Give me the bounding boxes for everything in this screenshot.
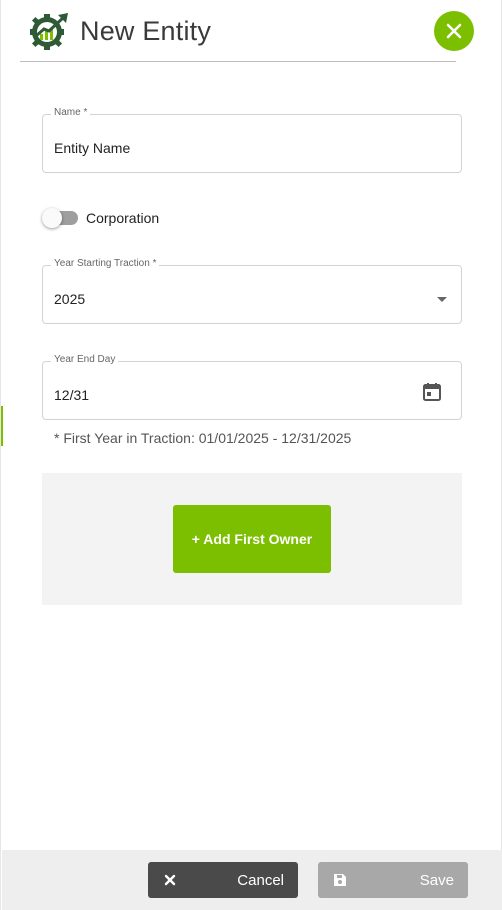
year-end-day-field[interactable]: Year End Day 12/31 — [42, 354, 462, 420]
new-entity-panel: New Entity Name * Entity Name Corporatio… — [0, 0, 502, 910]
year-end-day-label: Year End Day — [51, 354, 119, 365]
gear-chart-logo-icon — [30, 13, 68, 50]
calendar-icon[interactable] — [422, 382, 442, 402]
floppy-disk-icon — [334, 874, 346, 886]
name-field[interactable]: Name * Entity Name — [42, 107, 462, 173]
left-accent-bar — [1, 406, 3, 446]
year-starting-label: Year Starting Traction * — [51, 258, 160, 269]
panel-header: New Entity — [20, 0, 456, 62]
close-button[interactable] — [434, 11, 474, 51]
x-icon — [164, 874, 176, 886]
corporation-toggle[interactable] — [42, 208, 80, 228]
cancel-button[interactable]: Cancel — [148, 862, 298, 898]
add-first-owner-button[interactable]: + Add First Owner — [173, 505, 331, 573]
year-starting-select[interactable]: Year Starting Traction * 2025 — [42, 258, 462, 324]
cancel-label: Cancel — [237, 872, 284, 889]
panel-footer: Cancel Save — [2, 850, 502, 910]
owners-section: + Add First Owner — [42, 473, 462, 605]
close-icon — [446, 23, 462, 39]
year-starting-value: 2025 — [54, 291, 86, 307]
dropdown-arrow-icon — [437, 297, 447, 302]
save-label: Save — [419, 872, 454, 889]
save-button[interactable]: Save — [318, 862, 468, 898]
corporation-label: Corporation — [86, 210, 160, 226]
year-end-day-value: 12/31 — [54, 387, 90, 403]
first-year-hint: * First Year in Traction: 01/01/2025 - 1… — [54, 430, 352, 446]
name-field-value: Entity Name — [54, 140, 131, 156]
toggle-thumb — [42, 208, 62, 228]
page-title: New Entity — [80, 16, 212, 46]
name-field-label: Name * — [51, 107, 91, 118]
